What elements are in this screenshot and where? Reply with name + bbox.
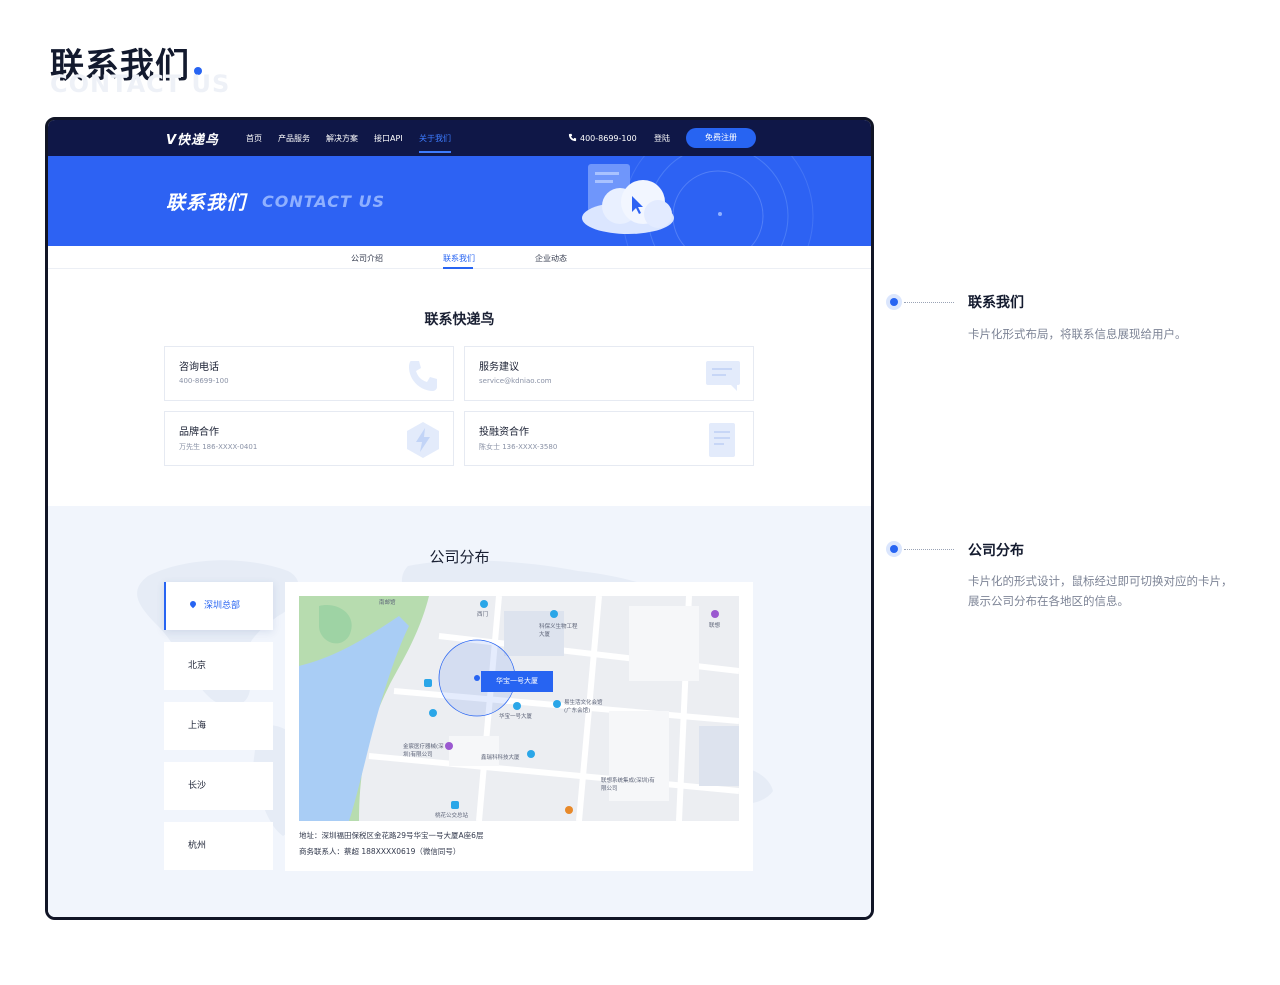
nav-item-home[interactable]: 首页 <box>246 133 262 144</box>
document-icon <box>709 423 735 457</box>
annotation-leader-line <box>904 302 954 303</box>
nav-phone-number: 400-8699-100 <box>580 134 637 143</box>
annotation-marker <box>886 541 902 557</box>
lightning-icon <box>407 422 439 458</box>
location-map[interactable]: 华宝一号大厦 南邮馆 西门 科保义生物工程大厦 华宝一号大厦 易生活文化会馆(广… <box>299 596 739 821</box>
nav-item-products[interactable]: 产品服务 <box>278 133 310 144</box>
city-tab-changsha[interactable]: 长沙 <box>164 762 273 810</box>
contact-card-service[interactable]: 服务建议 service@kdniao.com <box>464 346 754 401</box>
location-pin-icon <box>188 599 198 609</box>
card-value: 400-8699-100 <box>179 377 229 385</box>
map-label: 易生活文化会馆(广东会馆) <box>564 700 603 714</box>
top-navbar: V快递鸟 首页 产品服务 解决方案 接口API 关于我们 400-8699-10… <box>48 120 871 156</box>
company-address: 地址：深圳福田保税区金花路29号华宝一号大厦A座6层 <box>299 831 484 840</box>
annotation-marker <box>886 294 902 310</box>
phone-icon <box>409 361 437 391</box>
city-tab-beijing[interactable]: 北京 <box>164 642 273 690</box>
map-label: 南邮馆 <box>379 600 396 606</box>
distribution-section: 公司分布 深圳总部 北京 上海 长沙 杭州 华宝一号大厦 南邮馆 西门 科保义生… <box>48 506 871 917</box>
city-label: 深圳总部 <box>204 601 241 611</box>
card-title: 服务建议 <box>479 362 519 373</box>
message-icon <box>706 361 740 391</box>
map-callout: 华宝一号大厦 <box>481 671 553 692</box>
contact-section: 联系快递鸟 咨询电话 400-8699-100 服务建议 service@kdn… <box>48 269 871 506</box>
nav-phone: 400-8699-100 <box>568 133 637 143</box>
card-value: 万先生 186-XXXX-0401 <box>179 443 258 451</box>
register-button[interactable]: 免费注册 <box>686 128 756 148</box>
card-title: 投融资合作 <box>479 427 529 438</box>
hero-banner: 联系我们 CONTACT US <box>48 156 871 246</box>
contact-card-brand[interactable]: 品牌合作 万先生 186-XXXX-0401 <box>164 411 454 466</box>
annotation-description: 卡片化的形式设计，鼠标经过即可切换对应的卡片，展示公司分布在各地区的信息。 <box>968 574 1233 608</box>
browser-frame: V快递鸟 首页 产品服务 解决方案 接口API 关于我们 400-8699-10… <box>45 117 874 920</box>
logo[interactable]: V快递鸟 <box>166 129 219 148</box>
annotation-title: 公司分布 <box>968 543 1024 559</box>
card-title: 品牌合作 <box>179 427 219 438</box>
annotation-leader-line <box>904 549 954 550</box>
location-card: 华宝一号大厦 南邮馆 西门 科保义生物工程大厦 华宝一号大厦 易生活文化会馆(广… <box>285 582 753 871</box>
map-graphic <box>299 596 739 821</box>
annotation-description: 卡片化形式布局，将联系信息展现给用户。 <box>968 327 1187 341</box>
distribution-heading: 公司分布 <box>429 548 490 566</box>
nav-active-indicator <box>419 151 451 153</box>
card-value: 陈女士 136-XXXX-3580 <box>479 443 558 451</box>
phone-icon <box>568 133 577 142</box>
map-label: 联想 <box>709 623 721 629</box>
card-title: 咨询电话 <box>179 362 219 373</box>
nav-item-api[interactable]: 接口API <box>374 133 403 144</box>
map-label: 西门 <box>477 612 489 618</box>
cloud-illustration <box>582 156 814 246</box>
map-label: 华宝一号大厦 <box>499 714 533 720</box>
tab-company-news[interactable]: 企业动态 <box>535 253 567 264</box>
contact-card-investment[interactable]: 投融资合作 陈女士 136-XXXX-3580 <box>464 411 754 466</box>
city-tab-shanghai[interactable]: 上海 <box>164 702 273 750</box>
map-label: 桃花公交总站 <box>435 813 469 819</box>
map-label: 鑫瑞科科技大厦 <box>481 755 520 761</box>
business-contact: 商务联系人：蔡超 188XXXX0619（微信同号） <box>299 847 461 856</box>
city-tab-shenzhen[interactable]: 深圳总部 <box>164 582 273 630</box>
tab-company-intro[interactable]: 公司介绍 <box>351 253 383 264</box>
nav-item-solutions[interactable]: 解决方案 <box>326 133 358 144</box>
contact-heading: 联系快递鸟 <box>424 312 495 328</box>
sub-tabs: 公司介绍 联系我们 企业动态 <box>48 246 871 269</box>
nav-item-about[interactable]: 关于我们 <box>419 133 451 144</box>
card-value: service@kdniao.com <box>479 377 552 385</box>
banner-title-en: CONTACT US <box>262 192 386 211</box>
page-title-shadow: CONTACT US <box>50 70 231 98</box>
city-tab-hangzhou[interactable]: 杭州 <box>164 822 273 870</box>
login-link[interactable]: 登陆 <box>654 133 670 144</box>
map-label: 科保义生物工程大厦 <box>539 624 578 638</box>
tab-contact-us[interactable]: 联系我们 <box>443 253 475 264</box>
map-label: 金宸医疗器械(深圳)有限公司 <box>403 744 444 758</box>
map-label: 联想系统集成(深圳)有限公司 <box>601 778 655 792</box>
annotation-title: 联系我们 <box>968 295 1024 311</box>
contact-card-phone[interactable]: 咨询电话 400-8699-100 <box>164 346 454 401</box>
banner-title-cn: 联系我们 <box>166 192 247 214</box>
